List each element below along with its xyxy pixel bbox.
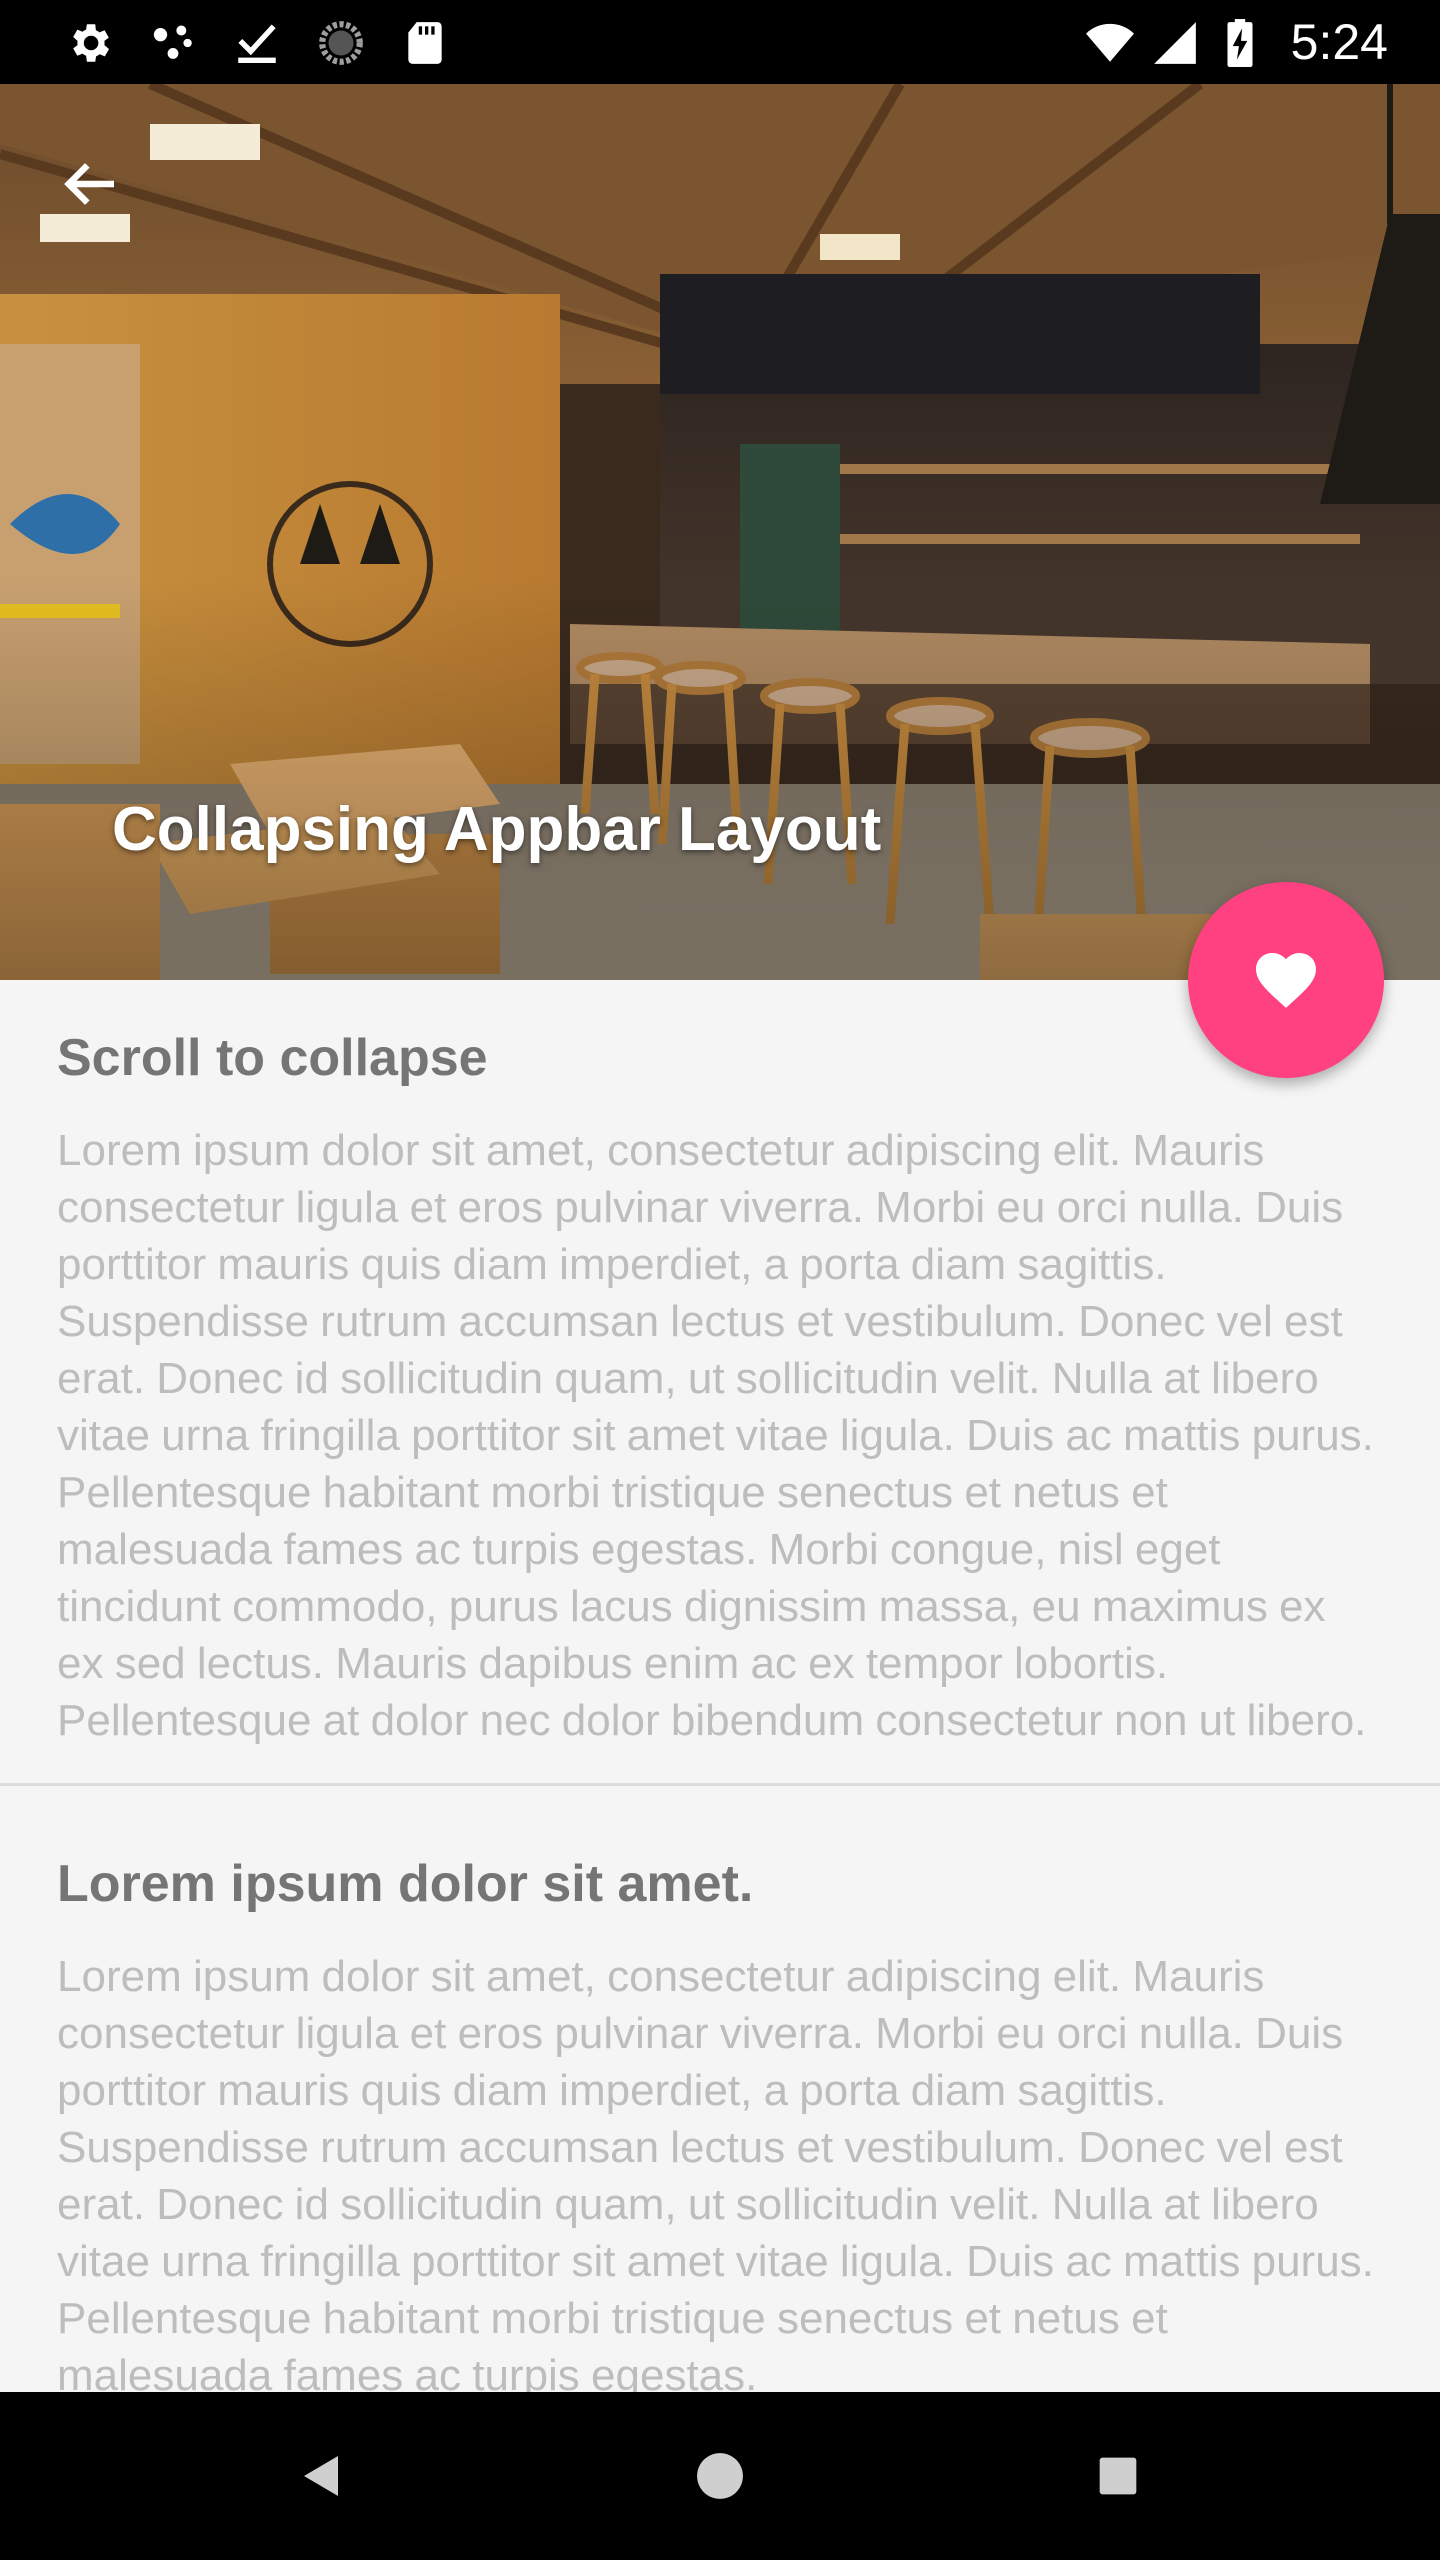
share-icon	[153, 25, 192, 59]
section-body: Lorem ipsum dolor sit amet, consectetur …	[57, 1126, 1374, 1745]
arrow-back-icon	[64, 163, 114, 205]
app-bar-title: Collapsing Appbar Layout	[112, 795, 882, 864]
nav-home-button[interactable]	[680, 2436, 760, 2516]
home-circle-icon	[697, 2453, 743, 2499]
sd-card-icon	[408, 22, 442, 64]
section-heading: Scroll to collapse	[57, 1029, 488, 1087]
download-done-icon	[238, 24, 276, 63]
nav-back-button[interactable]	[280, 2436, 360, 2516]
favorite-fab-button[interactable]	[1188, 882, 1384, 1078]
signal-icon	[1154, 22, 1196, 64]
navigation-bar	[0, 2392, 1440, 2560]
section-body: Lorem ipsum dolor sit amet, consectetur …	[57, 1952, 1374, 2392]
scroll-content[interactable]: Scroll to collapse Lorem ipsum dolor sit…	[0, 980, 1440, 2392]
section-scroll-to-collapse: Scroll to collapse Lorem ipsum dolor sit…	[0, 980, 1440, 1749]
back-triangle-icon	[304, 2456, 338, 2496]
recents-square-icon	[1099, 2457, 1137, 2495]
section-heading: Lorem ipsum dolor sit amet.	[57, 1855, 754, 1913]
status-bar: 5:24	[0, 0, 1440, 84]
settings-icon	[73, 24, 109, 62]
nav-recents-button[interactable]	[1078, 2436, 1158, 2516]
battery-charging-icon	[1227, 19, 1253, 67]
section-lorem-ipsum: Lorem ipsum dolor sit amet. Lorem ipsum …	[0, 1786, 1440, 2392]
status-time: 5:24	[1290, 14, 1388, 70]
wifi-icon	[1086, 23, 1134, 62]
back-button[interactable]	[58, 152, 138, 232]
sync-icon	[319, 21, 363, 65]
collapsing-app-bar: Collapsing Appbar Layout	[0, 84, 1440, 980]
heart-icon	[1256, 953, 1316, 1008]
